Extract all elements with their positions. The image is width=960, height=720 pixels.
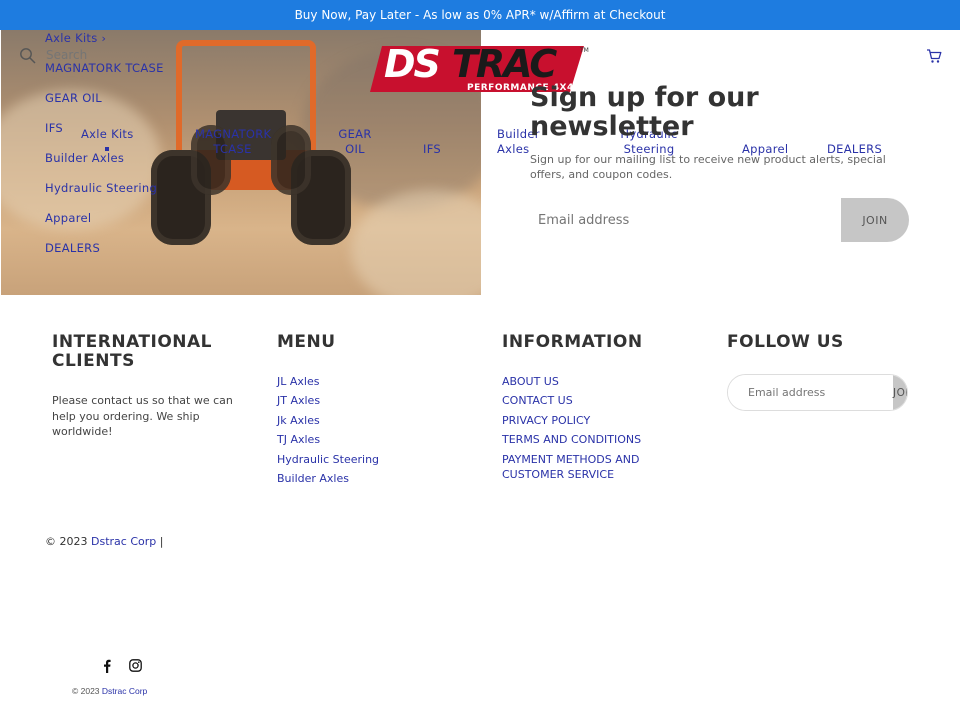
hnav-label: GEAR (338, 127, 372, 141)
info-link-contact-us[interactable]: CONTACT US (502, 393, 573, 408)
international-clients-title: INTERNATIONAL CLIENTS (52, 333, 212, 371)
hnav-magnatork-tcase[interactable]: MAGNATORK TCASE (195, 127, 272, 157)
vnav-apparel[interactable]: Apparel (45, 211, 91, 225)
menu-link-jk-axles[interactable]: Jk Axles (277, 413, 320, 428)
copyright-prefix: © 2023 (72, 686, 102, 696)
link-line: CUSTOMER SERVICE (502, 468, 615, 481)
chevron-right-icon: › (101, 32, 107, 45)
copyright-bottom: © 2023 Dstrac Corp (72, 686, 147, 696)
info-link-terms-conditions[interactable]: TERMS AND CONDITIONS (502, 432, 641, 447)
hnav-label: TCASE (213, 142, 252, 156)
svg-text:TM: TM (579, 47, 589, 54)
active-indicator (105, 147, 109, 151)
info-link-about-us[interactable]: ABOUT US (502, 374, 559, 389)
follow-us-title: FOLLOW US (727, 332, 844, 352)
copyright-text: © 2023 Dstrac Corp | (45, 535, 163, 548)
newsletter-title-line: Sign up for our (530, 82, 759, 113)
text-line: worldwide! (52, 425, 113, 438)
text-line: Please contact us so that we can (52, 394, 233, 407)
hnav-axle-kits[interactable]: Axle Kits (81, 127, 134, 142)
title-line: CLIENTS (52, 351, 135, 371)
info-link-payment-methods[interactable]: PAYMENT METHODS AND CUSTOMER SERVICE (502, 452, 639, 482)
hnav-gear-oil[interactable]: GEAR OIL (335, 127, 375, 157)
announcement-text: Buy Now, Pay Later - As low as 0% APR* w… (294, 8, 666, 22)
hnav-ifs[interactable]: IFS (423, 142, 441, 157)
instagram-icon[interactable] (129, 659, 142, 672)
link-line: PAYMENT METHODS AND (502, 453, 640, 466)
vnav-gear-oil[interactable]: GEAR OIL (45, 91, 102, 105)
vnav-axle-kits[interactable]: Axle Kits › (45, 31, 106, 45)
newsletter-title: Sign up for our newsletter (530, 83, 810, 141)
hnav-label: MAGNATORK (195, 127, 272, 141)
newsletter-title-line: newsletter (530, 111, 694, 142)
hnav-label: Axle Kits (81, 127, 134, 141)
announcement-bar[interactable]: Buy Now, Pay Later - As low as 0% APR* w… (0, 0, 960, 30)
cart-icon[interactable] (926, 48, 942, 64)
menu-link-jt-axles[interactable]: JT Axles (277, 393, 320, 408)
vnav-magnatork-tcase[interactable]: MAGNATORK TCASE (45, 61, 164, 75)
newsletter-email-input[interactable] (529, 198, 841, 242)
international-clients-text: Please contact us so that we can help you… (52, 393, 233, 440)
copyright-suffix: | (156, 535, 164, 548)
newsletter-description: Sign up for our mailing list to receive … (530, 153, 886, 181)
svg-text:TRAC: TRAC (452, 42, 557, 86)
newsletter-join-button[interactable]: JOIN (841, 198, 909, 242)
vnav-label: Axle Kits (45, 31, 98, 45)
menu-link-builder-axles[interactable]: Builder Axles (277, 471, 349, 486)
text-line: help you ordering. We ship (52, 409, 200, 423)
menu-link-hydraulic-steering[interactable]: Hydraulic Steering (277, 452, 379, 467)
vnav-dealers[interactable]: DEALERS (45, 241, 100, 255)
vnav-builder-axles[interactable]: Builder Axles (45, 151, 124, 165)
search-icon[interactable] (19, 47, 37, 65)
menu-link-tj-axles[interactable]: TJ Axles (277, 432, 320, 447)
title-line: INTERNATIONAL (52, 332, 213, 352)
vnav-hydraulic-steering[interactable]: Hydraulic Steering (45, 181, 157, 195)
footer-join-button[interactable]: JOIN (893, 375, 907, 410)
hnav-label: OIL (345, 142, 365, 156)
info-link-privacy-policy[interactable]: PRIVACY POLICY (502, 413, 590, 428)
vnav-ifs[interactable]: IFS (45, 121, 63, 135)
newsletter-form: JOIN (529, 198, 909, 242)
menu-title: MENU (277, 332, 336, 352)
hnav-label: Axles (497, 142, 530, 156)
company-link-bottom[interactable]: Dstrac Corp (102, 686, 147, 696)
hnav-label: IFS (423, 142, 442, 156)
copyright-prefix: © 2023 (45, 535, 91, 548)
footer-email-input[interactable] (728, 375, 893, 410)
menu-link-jl-axles[interactable]: JL Axles (277, 374, 319, 389)
information-title: INFORMATION (502, 332, 643, 352)
svg-text:DS: DS (384, 42, 440, 86)
footer-newsletter-form: JOIN (727, 374, 908, 411)
facebook-icon[interactable] (101, 659, 113, 673)
company-link[interactable]: Dstrac Corp (91, 535, 156, 548)
